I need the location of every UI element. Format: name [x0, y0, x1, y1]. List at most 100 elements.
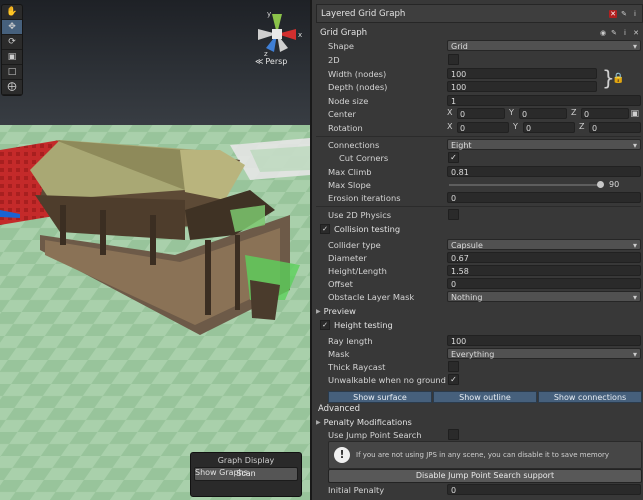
node-size-label: Node size: [328, 95, 369, 106]
obstacle-layer-mask-dropdown[interactable]: Nothing: [447, 291, 641, 303]
rotation-row: Rotation X 0 Y 0 Z 0: [312, 121, 643, 134]
width-label: Width (nodes): [328, 68, 387, 79]
foldout-arrow-icon: ▶: [316, 307, 321, 315]
mask-dropdown[interactable]: Everything: [447, 348, 641, 360]
connections-label: Connections: [328, 139, 380, 150]
close-icon[interactable]: ✕: [632, 29, 640, 37]
gizmo-y-label: y: [267, 10, 271, 18]
width-row: Width (nodes) 100: [312, 67, 643, 80]
persp-icon: ≪: [255, 57, 264, 66]
rotate-tool-icon[interactable]: ⟳: [2, 35, 22, 50]
height-length-label: Height/Length: [328, 265, 387, 276]
collision-testing-label: Collision testing: [334, 223, 401, 234]
depth-row: Depth (nodes) 100: [312, 80, 643, 93]
collider-type-label: Collider type: [328, 239, 381, 250]
height-testing-checkbox[interactable]: ✓: [320, 319, 330, 330]
collider-type-dropdown[interactable]: Capsule: [447, 239, 641, 251]
connections-dropdown[interactable]: Eight: [447, 139, 641, 151]
show-outline-button[interactable]: Show outline: [433, 391, 537, 403]
offset-field[interactable]: 0: [447, 278, 641, 289]
use-jps-label: Use Jump Point Search: [328, 429, 422, 440]
2d-checkbox[interactable]: [448, 54, 459, 65]
width-field[interactable]: 100: [447, 68, 597, 79]
pencil-icon[interactable]: ✎: [610, 29, 618, 37]
info-icon[interactable]: i: [621, 29, 629, 37]
thick-raycast-checkbox[interactable]: [448, 361, 459, 372]
max-climb-field[interactable]: 0.81: [447, 166, 641, 177]
eye-icon[interactable]: ◉: [599, 29, 607, 37]
lock-icon[interactable]: 🔒: [612, 73, 624, 84]
max-slope-slider-track[interactable]: [449, 183, 599, 186]
shape-row: Shape Grid: [312, 39, 643, 52]
inspector-panel: Layered Grid Graph ✕ ✎ i Grid Graph ◉ ✎ …: [310, 0, 643, 500]
shape-label: Shape: [328, 40, 354, 51]
center-y-field[interactable]: 0: [519, 108, 567, 119]
use-jps-checkbox[interactable]: [448, 429, 459, 440]
center-z-label: Z: [571, 108, 577, 117]
collision-testing-toggle[interactable]: ✓ Collision testing: [320, 222, 400, 235]
rotation-y-field[interactable]: 0: [523, 122, 575, 133]
center-label: Center: [328, 108, 356, 119]
ray-length-field[interactable]: 100: [447, 335, 641, 346]
max-climb-label: Max Climb: [328, 166, 372, 177]
orientation-gizmo[interactable]: y x z: [248, 4, 306, 64]
use-jps-row: Use Jump Point Search: [312, 428, 643, 441]
diameter-field[interactable]: 0.67: [447, 252, 641, 263]
cut-corners-row: Cut Corners ✓: [312, 151, 643, 164]
rotation-z-label: Z: [579, 122, 585, 131]
unwalkable-checkbox[interactable]: ✓: [448, 374, 459, 385]
use-2d-physics-checkbox[interactable]: [448, 209, 459, 220]
component-header[interactable]: Layered Grid Graph ✕ ✎ i: [316, 4, 643, 23]
preview-foldout[interactable]: ▶ Preview: [316, 306, 356, 316]
jps-help-text: If you are not using JPS in any scene, y…: [356, 451, 610, 459]
erosion-field[interactable]: 0: [447, 192, 641, 203]
cut-corners-label: Cut Corners: [339, 152, 389, 163]
initial-penalty-field[interactable]: 0: [447, 484, 641, 495]
component-title: Layered Grid Graph: [321, 8, 406, 19]
ray-length-label: Ray length: [328, 335, 373, 346]
graph-display-title: Graph Display: [217, 456, 275, 465]
mask-label: Mask: [328, 348, 350, 359]
show-surface-button[interactable]: Show surface: [328, 391, 432, 403]
jps-help-box: ! If you are not using JPS in any scene,…: [328, 441, 642, 469]
max-slope-value[interactable]: 90: [609, 180, 619, 189]
rotation-z-field[interactable]: 0: [589, 122, 641, 133]
depth-field[interactable]: 100: [447, 81, 597, 92]
center-z-field[interactable]: 0: [581, 108, 629, 119]
show-connections-button[interactable]: Show connections: [538, 391, 642, 403]
hand-tool-icon[interactable]: ✋: [2, 5, 22, 20]
graph-title: Grid Graph: [320, 28, 368, 38]
disable-jps-button[interactable]: Disable Jump Point Search support: [328, 469, 642, 483]
thick-raycast-row: Thick Raycast: [312, 360, 643, 373]
info-icon[interactable]: i: [631, 10, 639, 18]
advanced-header: Advanced: [318, 404, 360, 414]
height-testing-label: Height testing: [334, 319, 393, 330]
center-x-field[interactable]: 0: [457, 108, 505, 119]
penalty-modifications-foldout[interactable]: ▶ Penalty Modifications: [316, 417, 412, 427]
shape-dropdown[interactable]: Grid: [447, 40, 641, 52]
show-graphs-row[interactable]: Show Graphs ✓: [191, 465, 310, 480]
snap-center-icon[interactable]: ▣: [630, 109, 639, 119]
rotation-x-field[interactable]: 0: [457, 122, 509, 133]
transform-tool-icon[interactable]: ⨁: [2, 80, 22, 95]
move-tool-icon[interactable]: ✥: [2, 20, 22, 35]
max-climb-row: Max Climb 0.81: [312, 165, 643, 178]
use-2d-physics-row: Use 2D Physics: [312, 208, 643, 221]
graph-header[interactable]: Grid Graph ◉ ✎ i ✕: [316, 26, 643, 40]
center-x-label: X: [447, 108, 453, 117]
height-testing-toggle[interactable]: ✓ Height testing: [320, 318, 393, 331]
max-slope-slider-handle[interactable]: [597, 181, 604, 188]
edit-icon[interactable]: ✎: [620, 10, 628, 18]
node-size-field[interactable]: 1: [447, 95, 641, 106]
height-length-field[interactable]: 1.58: [447, 265, 641, 276]
scene-toolbar: ✋ ✥ ⟳ ▣ □ ⨁: [1, 4, 23, 96]
cut-corners-checkbox[interactable]: ✓: [448, 152, 459, 163]
collision-testing-checkbox[interactable]: ✓: [320, 223, 330, 234]
scene-viewport[interactable]: [0, 0, 310, 500]
scene-view[interactable]: ✋ ✥ ⟳ ▣ □ ⨁ y x z ≪ Persp Graph Display S…: [0, 0, 310, 500]
height-length-row: Height/Length 1.58: [312, 264, 643, 277]
rect-tool-icon[interactable]: □: [2, 65, 22, 80]
scale-tool-icon[interactable]: ▣: [2, 50, 22, 65]
projection-toggle[interactable]: ≪ Persp: [255, 57, 287, 66]
error-icon[interactable]: ✕: [609, 9, 617, 18]
